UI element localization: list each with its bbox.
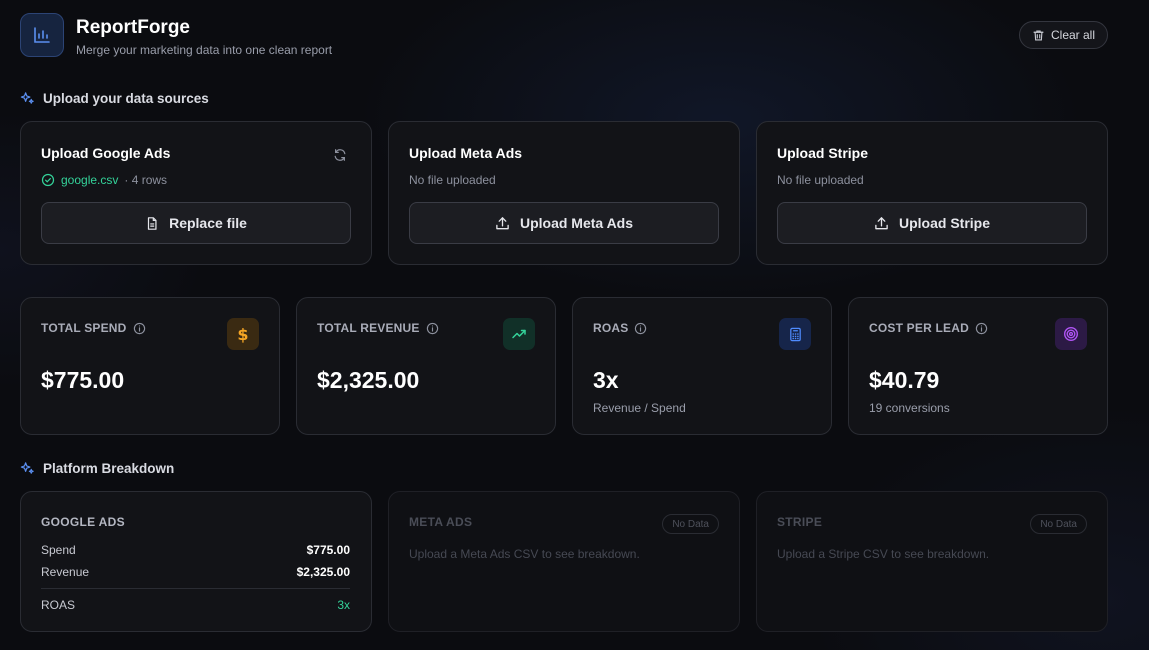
dollar-icon: $ [227,318,259,350]
info-icon[interactable] [975,322,988,335]
stat-subtext: Revenue / Spend [593,401,686,415]
breakdown-card-title: META ADS [409,515,473,529]
stat-label: TOTAL SPEND [41,321,146,335]
sparkles-icon [20,92,34,104]
uploaded-row-count: · 4 rows [124,173,168,187]
stat-value: $40.79 [869,367,940,393]
stat-value: 3x [593,367,619,393]
replace-file-button[interactable]: Replace file [41,202,351,244]
row-value: 3x [337,598,350,612]
stat-card-total-revenue: TOTAL REVENUE $2,325.00 [296,297,556,435]
breakdown-empty-message: Upload a Meta Ads CSV to see breakdown. [409,547,640,561]
stat-label-text: ROAS [593,321,629,335]
stat-card-total-spend: TOTAL SPEND $ $775.00 [20,297,280,435]
divider [41,588,350,589]
trending-up-icon [503,318,535,350]
upload-stripe-button[interactable]: Upload Stripe [777,202,1087,244]
upload-card-title: Upload Meta Ads [409,145,523,161]
target-icon [1055,318,1087,350]
upload-icon [875,216,888,229]
breakdown-card-google-ads: GOOGLE ADS Spend $775.00 Revenue $2,325.… [20,491,372,632]
upload-section-heading: Upload your data sources [20,91,209,106]
clear-all-label: Clear all [1050,28,1095,42]
stat-card-roas: ROAS 3x Revenue / Spend [572,297,832,435]
info-icon[interactable] [634,322,647,335]
app-title: ReportForge [76,17,190,38]
sparkles-icon [20,462,34,474]
upload-card-google-ads: Upload Google Ads google.csv · 4 rows Re… [20,121,372,265]
breakdown-row-revenue: Revenue $2,325.00 [41,565,350,579]
row-label: Spend [41,543,76,557]
upload-card-title: Upload Google Ads [41,145,171,161]
app-subtitle: Merge your marketing data into one clean… [76,43,333,57]
trash-icon [1033,29,1044,41]
breakdown-card-title: STRIPE [777,515,823,529]
upload-status: No file uploaded [409,173,496,187]
stat-label-text: TOTAL SPEND [41,321,127,335]
stat-subtext: 19 conversions [869,401,950,415]
file-icon [147,216,157,230]
breakdown-section-title: Platform Breakdown [43,461,175,476]
clear-all-button[interactable]: Clear all [1019,21,1108,49]
no-data-badge: No Data [1030,514,1087,534]
upload-meta-ads-button[interactable]: Upload Meta Ads [409,202,719,244]
refresh-icon[interactable] [333,148,347,167]
calculator-icon [779,318,811,350]
upload-section-title: Upload your data sources [43,91,209,106]
app-logo [20,13,64,57]
upload-card-stripe: Upload Stripe No file uploaded Upload St… [756,121,1108,265]
row-label: ROAS [41,598,76,612]
stat-value: $2,325.00 [317,367,420,393]
stat-label-text: COST PER LEAD [869,321,969,335]
no-data-badge: No Data [662,514,719,534]
upload-stripe-label: Upload Stripe [898,215,990,231]
stat-card-cost-per-lead: COST PER LEAD $40.79 19 conversions [848,297,1108,435]
upload-card-meta-ads: Upload Meta Ads No file uploaded Upload … [388,121,740,265]
stat-label-text: TOTAL REVENUE [317,321,420,335]
check-circle-icon [41,173,55,187]
breakdown-empty-message: Upload a Stripe CSV to see breakdown. [777,547,990,561]
stat-label: ROAS [593,321,647,335]
uploaded-file-name: google.csv [61,173,119,187]
breakdown-row-spend: Spend $775.00 [41,543,350,557]
info-icon[interactable] [133,322,146,335]
stat-value: $775.00 [41,367,125,393]
breakdown-section-heading: Platform Breakdown [20,461,174,476]
row-value: $775.00 [306,543,350,557]
stat-label: TOTAL REVENUE [317,321,439,335]
breakdown-row-roas: ROAS 3x [41,598,350,612]
stat-label: COST PER LEAD [869,321,988,335]
upload-status: No file uploaded [777,173,864,187]
replace-file-label: Replace file [169,215,247,231]
row-value: $2,325.00 [296,565,350,579]
upload-card-title: Upload Stripe [777,145,869,161]
row-label: Revenue [41,565,90,579]
bar-chart-icon [34,27,50,43]
upload-status: google.csv · 4 rows [41,173,167,187]
upload-icon [496,216,509,229]
breakdown-card-title: GOOGLE ADS [41,515,125,529]
info-icon[interactable] [426,322,439,335]
app: ReportForge Merge your marketing data in… [0,0,1149,650]
breakdown-card-meta-ads: META ADS No Data Upload a Meta Ads CSV t… [388,491,740,632]
breakdown-card-stripe: STRIPE No Data Upload a Stripe CSV to se… [756,491,1108,632]
upload-meta-ads-label: Upload Meta Ads [519,215,634,231]
